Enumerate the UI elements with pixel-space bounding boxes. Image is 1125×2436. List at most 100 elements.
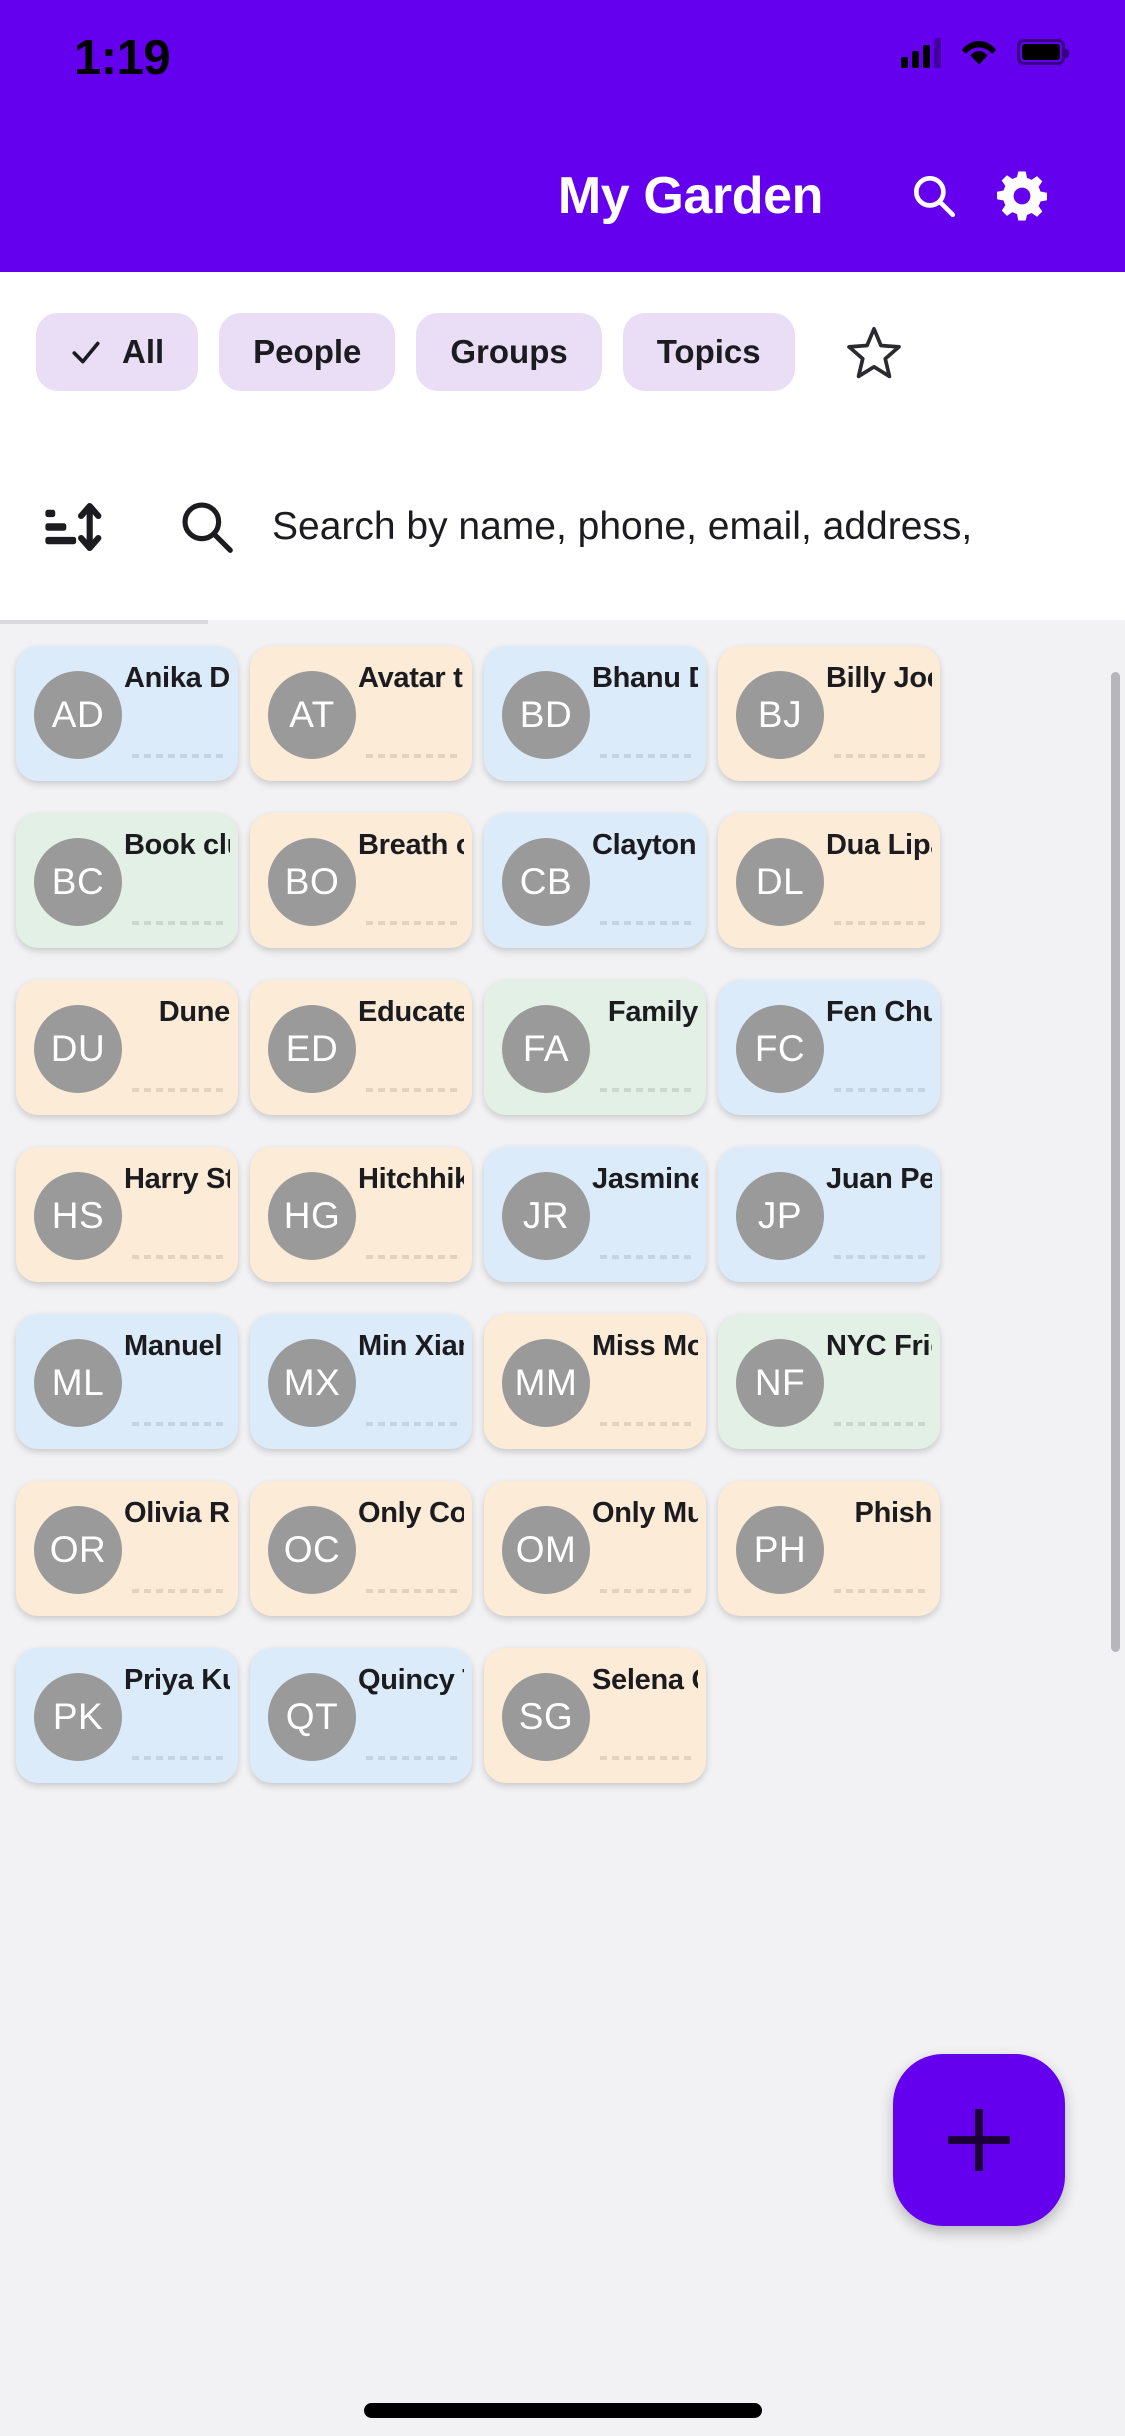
battery-icon	[1017, 39, 1069, 65]
contact-card-name: Quincy T	[358, 1664, 464, 1696]
contact-card[interactable]: OCOnly Co…	[250, 1481, 472, 1616]
filter-chip-all[interactable]: All	[36, 313, 199, 391]
card-placeholder-line	[600, 1589, 692, 1593]
add-button[interactable]	[893, 2054, 1065, 2226]
search-input[interactable]	[272, 505, 1125, 549]
avatar: BD	[502, 671, 590, 759]
avatar: AD	[34, 671, 122, 759]
filter-chip-people[interactable]: People	[219, 313, 396, 391]
search-icon[interactable]	[170, 490, 244, 564]
vertical-scrollbar[interactable]	[1111, 672, 1120, 1652]
avatar: BJ	[736, 671, 824, 759]
avatar: SG	[502, 1673, 590, 1761]
contact-card[interactable]: ATAvatar th…	[250, 646, 472, 781]
gear-icon[interactable]	[983, 157, 1061, 235]
avatar: OM	[502, 1506, 590, 1594]
contact-card[interactable]: OMOnly Mur…	[484, 1481, 706, 1616]
contact-card[interactable]: BDBhanu D…	[484, 646, 706, 781]
contact-card-name: NYC Frie…	[826, 1330, 932, 1362]
status-bar-time: 1:19	[74, 31, 171, 85]
contact-card-name: Breath of…	[358, 829, 464, 861]
card-placeholder-line	[132, 1589, 224, 1593]
contact-card[interactable]: NFNYC Frie…	[718, 1314, 940, 1449]
filter-chip-groups[interactable]: Groups	[416, 313, 602, 391]
card-placeholder-line	[132, 1756, 224, 1760]
contact-card[interactable]: DLDua Lipa	[718, 813, 940, 948]
card-placeholder-line	[366, 754, 458, 758]
contact-card[interactable]: OROlivia Ro…	[16, 1481, 238, 1616]
contact-card[interactable]: BOBreath of…	[250, 813, 472, 948]
avatar: HS	[34, 1172, 122, 1260]
contact-card[interactable]: MMMiss Mo…	[484, 1314, 706, 1449]
card-placeholder-line	[834, 1088, 926, 1092]
contact-card[interactable]: BJBilly Joel	[718, 646, 940, 781]
app-bar: My Garden	[0, 120, 1125, 272]
contact-card[interactable]: HSHarry St…	[16, 1147, 238, 1282]
contact-card[interactable]: EDEducated	[250, 980, 472, 1115]
check-icon	[70, 336, 102, 368]
contact-card-name: Avatar th…	[358, 662, 464, 694]
page-title: My Garden	[557, 167, 824, 225]
card-placeholder-line	[600, 1088, 692, 1092]
card-placeholder-line	[600, 754, 692, 758]
contact-card[interactable]: FCFen Chu…	[718, 980, 940, 1115]
contact-card-name: Olivia Ro…	[124, 1497, 230, 1529]
contact-card[interactable]: PKPriya Ku…	[16, 1648, 238, 1783]
filter-chip-topics[interactable]: Topics	[622, 313, 795, 391]
avatar: BO	[268, 838, 356, 926]
avatar: JP	[736, 1172, 824, 1260]
contact-card[interactable]: PH Phish	[718, 1481, 940, 1616]
avatar: DU	[34, 1005, 122, 1093]
avatar: HG	[268, 1172, 356, 1260]
filter-chip-topics-label: Topics	[656, 333, 761, 370]
contact-card[interactable]: SGSelena G…	[484, 1648, 706, 1783]
card-placeholder-line	[600, 1422, 692, 1426]
filter-chip-all-label: All	[122, 333, 165, 370]
contact-card[interactable]: MLManuel L…	[16, 1314, 238, 1449]
contact-card-name: Family	[607, 996, 698, 1028]
avatar: DL	[736, 838, 824, 926]
avatar: PK	[34, 1673, 122, 1761]
contact-card-name: Dua Lipa	[826, 829, 932, 861]
contact-card-name: Billy Joel	[826, 662, 932, 694]
contact-card[interactable]: JPJuan Perez	[718, 1147, 940, 1282]
avatar: AT	[268, 671, 356, 759]
contact-card[interactable]: MXMin Xian…	[250, 1314, 472, 1449]
contact-card[interactable]: JRJasmine…	[484, 1147, 706, 1282]
avatar: BC	[34, 838, 122, 926]
avatar: OC	[268, 1506, 356, 1594]
contact-card[interactable]: FA Family	[484, 980, 706, 1115]
contact-card-name: Clayton…	[592, 829, 698, 861]
card-placeholder-line	[366, 1589, 458, 1593]
status-bar-icons	[901, 36, 1069, 68]
contact-card[interactable]: BCBook club	[16, 813, 238, 948]
avatar: MX	[268, 1339, 356, 1427]
sort-icon[interactable]	[22, 479, 118, 575]
avatar: CB	[502, 838, 590, 926]
status-bar: 1:19	[0, 0, 1125, 120]
avatar: MM	[502, 1339, 590, 1427]
star-outline-icon[interactable]	[832, 310, 916, 394]
card-placeholder-line	[366, 1756, 458, 1760]
contact-card-name: Phish	[854, 1497, 932, 1529]
contact-card-name: Only Co…	[358, 1497, 464, 1529]
avatar: NF	[736, 1339, 824, 1427]
card-placeholder-line	[600, 1255, 692, 1259]
search-icon[interactable]	[895, 157, 973, 235]
contact-card-name: Bhanu D…	[592, 662, 698, 694]
contact-card[interactable]: QTQuincy T	[250, 1648, 472, 1783]
contact-card-name: Jasmine…	[592, 1163, 698, 1195]
contact-card[interactable]: DU Dune	[16, 980, 238, 1115]
contact-card[interactable]: CBClayton…	[484, 813, 706, 948]
contact-card-name: Miss Mo…	[592, 1330, 698, 1362]
filter-chip-row: All People Groups Topics	[0, 272, 1125, 432]
card-placeholder-line	[366, 1422, 458, 1426]
card-placeholder-line	[366, 1255, 458, 1259]
avatar: JR	[502, 1172, 590, 1260]
contact-card[interactable]: HGHitchhik…	[250, 1147, 472, 1282]
wifi-icon	[961, 37, 997, 67]
contact-card[interactable]: ADAnika Devi	[16, 646, 238, 781]
contact-card-name: Dune	[158, 996, 230, 1028]
filter-chip-groups-label: Groups	[450, 333, 568, 370]
card-placeholder-line	[600, 921, 692, 925]
